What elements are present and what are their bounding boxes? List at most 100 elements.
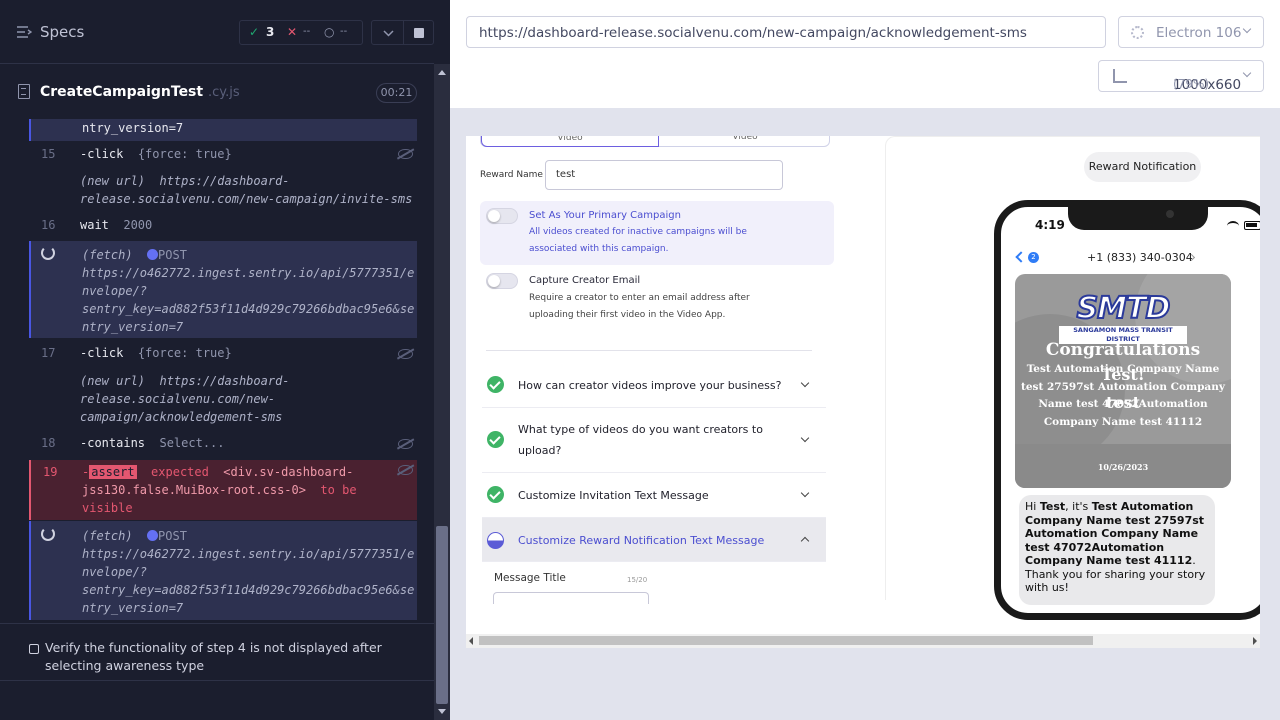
collapse-button[interactable] <box>371 20 404 45</box>
logo-text: SMTD <box>1076 291 1172 326</box>
check-circle-icon <box>487 431 504 448</box>
command-name: -click <box>80 346 124 360</box>
file-icon <box>18 84 30 99</box>
capture-email-toggle[interactable] <box>486 273 518 289</box>
status-icons <box>1217 221 1260 231</box>
fetch-url: sentry_key=ad882f53f11d4d929c79266bdbac9… <box>82 583 415 597</box>
fetch-url: nvelope/? <box>82 284 148 298</box>
command-number: 18 <box>41 436 56 450</box>
scroll-up-icon[interactable] <box>438 70 446 75</box>
back-badge: 2 <box>1028 252 1039 263</box>
fetch-row[interactable]: (fetch) POST https://o462772.ingest.sent… <box>29 521 417 620</box>
accordion-reward-text[interactable]: Customize Reward Notification Text Messa… <box>482 518 826 562</box>
command-arg: 2000 <box>123 218 153 232</box>
accordion-title: Customize Invitation Text Message <box>518 489 709 502</box>
sender-number: +1 (833) 340-0304 <box>1087 251 1193 264</box>
scroll-right-icon[interactable] <box>1253 637 1257 645</box>
phone-time: 4:19 <box>1035 218 1065 232</box>
battery-icon <box>1244 221 1260 230</box>
chevron-down-icon <box>800 488 810 498</box>
primary-campaign-desc: All videos created for inactive campaign… <box>529 227 747 237</box>
scroll-thumb[interactable] <box>436 526 448 704</box>
pending-count: -- <box>340 26 348 37</box>
stop-button[interactable] <box>403 20 434 45</box>
accordion-video-types[interactable]: What type of videos do you want creators… <box>482 409 826 473</box>
scroll-thumb[interactable] <box>479 636 1093 645</box>
assert-expected: expected <box>151 465 209 479</box>
fetch-url: ntry_version=7 <box>82 320 184 334</box>
command-row[interactable]: ntry_version=7 <box>29 119 417 141</box>
fetch-url: nvelope/? <box>82 565 148 579</box>
scroll-down-icon[interactable] <box>438 709 446 714</box>
command-row[interactable]: 15 -click {force: true} <box>29 144 417 164</box>
failed-command-row[interactable]: 19 - assert expected <div.sv-dashboard- j… <box>29 460 417 520</box>
passed-check-icon: ✓ <box>249 25 260 39</box>
check-circle-icon <box>487 376 504 393</box>
tab-video-right[interactable]: Video <box>661 136 829 147</box>
pending-dot-icon <box>147 530 159 541</box>
new-url-text: release.socialvenu.com/new- <box>80 392 276 406</box>
bubble-text: , it's <box>1065 500 1092 513</box>
tab-video-left[interactable]: Video <box>481 136 659 147</box>
command-log-scrollbar[interactable] <box>434 64 450 720</box>
accordion-title: What type of videos do you want creators… <box>518 423 763 436</box>
spinner-icon <box>41 246 55 260</box>
command-number: 17 <box>41 346 56 360</box>
assert-subject: jss130.false.MuiBox-root.css-0> <box>82 483 306 497</box>
checkbox-icon <box>29 644 39 654</box>
assert-text: visible <box>82 501 133 515</box>
browser-select[interactable]: Electron 106 <box>1118 16 1264 48</box>
half-circle-progress-icon <box>487 532 504 549</box>
browser-icon <box>1131 26 1144 39</box>
primary-campaign-toggle[interactable] <box>486 208 518 224</box>
test-item[interactable]: Verify the functionality of step 4 is no… <box>0 623 434 680</box>
sms-preview-panel: Reward Notification 4:19 2 +1 (833) 340-… <box>885 136 1260 620</box>
command-row[interactable]: (new url) https://dashboard- release.soc… <box>29 172 417 208</box>
app-under-test-area: https://dashboard-release.socialvenu.com… <box>450 0 1280 720</box>
aut-horizontal-scrollbar[interactable] <box>466 634 1260 648</box>
ruler-icon <box>1113 69 1127 83</box>
accordion-invitation-text[interactable]: Customize Invitation Text Message <box>482 474 826 518</box>
fetch-row[interactable]: (fetch) POST https://o462772.ingest.sent… <box>29 241 417 338</box>
campaign-form: Video Video Reward Name test Set As Your… <box>466 136 840 604</box>
passed-count: 3 <box>266 25 275 39</box>
command-name: -contains <box>80 436 146 450</box>
pending-circle-icon: ○ <box>324 25 335 39</box>
specs-title[interactable]: Specs <box>40 23 84 41</box>
scroll-left-icon[interactable] <box>469 637 473 645</box>
chevron-down-icon <box>1242 24 1252 34</box>
spec-file-name[interactable]: CreateCampaignTest .cy.js <box>40 84 240 100</box>
aut-header: https://dashboard-release.socialvenu.com… <box>450 0 1280 108</box>
fetch-label: (fetch) <box>82 529 133 543</box>
check-circle-icon <box>487 486 504 503</box>
specs-list-icon[interactable] <box>16 25 32 39</box>
fetch-url: sentry_key=ad882f53f11d4d929c79266bdbac9… <box>82 302 415 316</box>
chevron-up-icon <box>800 536 810 546</box>
eye-slash-icon <box>398 465 413 475</box>
command-log: ntry_version=7 15 -click {force: true} (… <box>0 119 434 623</box>
viewport-select[interactable]: 1000x660 (79%) <box>1098 60 1264 93</box>
chevron-down-icon <box>383 30 394 37</box>
divider <box>486 350 812 351</box>
assert-chip: assert <box>89 465 137 479</box>
new-url-text: https://dashboard- <box>159 174 290 188</box>
smtd-logo: SMTD SANGAMON MASS TRANSIT DISTRICT <box>1059 291 1187 344</box>
aut-iframe: Video Video Reward Name test Set As Your… <box>466 136 1260 648</box>
reward-notification-chip[interactable]: Reward Notification <box>1084 152 1201 182</box>
url-field[interactable]: https://dashboard-release.socialvenu.com… <box>466 16 1106 48</box>
spec-file-row: CreateCampaignTest .cy.js 00:21 <box>0 65 434 119</box>
command-row[interactable]: 16 wait 2000 <box>29 216 417 236</box>
browser-name: Electron 106 <box>1156 25 1242 41</box>
spec-file-ext: .cy.js <box>207 85 240 100</box>
command-row[interactable]: 17 -click {force: true} <box>29 344 417 364</box>
accordion-creator-videos[interactable]: How can creator videos improve your busi… <box>482 364 826 408</box>
test-stats: ✓ 3 ✕ -- ○ -- <box>239 20 363 45</box>
accordion-title: Customize Reward Notification Text Messa… <box>518 534 765 547</box>
reward-name-input[interactable]: test <box>545 160 783 190</box>
eye-slash-icon <box>398 439 413 449</box>
new-url-label: (new url) <box>80 374 146 388</box>
message-title-input[interactable] <box>493 592 649 604</box>
command-row[interactable]: 18 -contains Select... <box>29 434 417 454</box>
fetch-method: POST <box>158 529 187 543</box>
command-row[interactable]: (new url) https://dashboard- release.soc… <box>29 372 417 426</box>
